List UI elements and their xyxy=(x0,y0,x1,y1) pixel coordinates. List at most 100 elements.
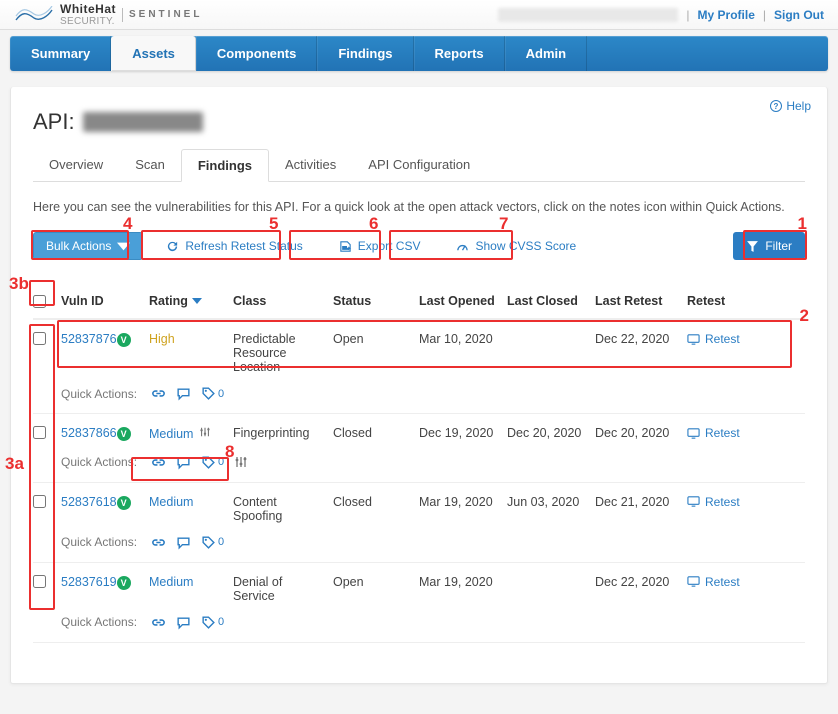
caret-down-icon xyxy=(117,240,130,253)
quick-actions-row: Quick Actions: 0 xyxy=(33,443,805,470)
th-class[interactable]: Class xyxy=(233,294,333,308)
subtab-overview[interactable]: Overview xyxy=(33,149,119,181)
table-row: 52837618VMediumContent SpoofingClosedMar… xyxy=(33,483,805,563)
select-all-checkbox[interactable] xyxy=(33,295,46,308)
tags-icon[interactable]: 0 xyxy=(201,535,224,550)
notes-icon[interactable] xyxy=(176,455,191,470)
retest-link[interactable]: Retest xyxy=(687,426,740,440)
status-cell: Closed xyxy=(333,426,419,440)
row-select-checkbox[interactable] xyxy=(33,426,46,439)
rating-cell: High xyxy=(149,332,233,346)
quick-actions-row: Quick Actions: 0 xyxy=(33,603,805,630)
status-cell: Closed xyxy=(333,495,419,509)
nav-summary[interactable]: Summary xyxy=(10,36,111,71)
th-last-opened[interactable]: Last Opened xyxy=(419,294,507,308)
nav-findings[interactable]: Findings xyxy=(317,36,413,71)
class-cell: Predictable Resource Location xyxy=(233,332,333,374)
callout-6: 6 xyxy=(369,214,378,234)
subtab-activities[interactable]: Activities xyxy=(269,149,352,181)
tags-icon[interactable]: 0 xyxy=(201,386,224,401)
export-icon xyxy=(339,240,352,253)
attack-vectors-icon[interactable] xyxy=(151,386,166,401)
help-link[interactable]: ? Help xyxy=(770,99,811,113)
svg-text:?: ? xyxy=(774,102,779,111)
rating-cell: Medium xyxy=(149,495,233,509)
callout-4: 4 xyxy=(123,214,132,234)
nav-reports[interactable]: Reports xyxy=(414,36,505,71)
th-status[interactable]: Status xyxy=(333,294,419,308)
tags-icon[interactable]: 0 xyxy=(201,455,224,470)
vuln-id-link[interactable]: 52837876 xyxy=(61,332,117,346)
redacted-user-info xyxy=(498,8,678,22)
verified-badge-icon: V xyxy=(117,333,131,347)
brand-sub: SECURITY. xyxy=(60,16,116,27)
table-row: 52837866VMediumFingerprintingClosedDec 1… xyxy=(33,414,805,483)
content-card: ? Help API: Overview Scan Findings Activ… xyxy=(10,87,828,684)
nav-components[interactable]: Components xyxy=(196,36,317,71)
th-last-closed[interactable]: Last Closed xyxy=(507,294,595,308)
page-title: API: xyxy=(33,109,805,135)
nav-assets[interactable]: Assets xyxy=(111,36,196,71)
quick-actions-label: Quick Actions: xyxy=(61,535,137,549)
th-rating[interactable]: Rating xyxy=(149,294,233,308)
attack-vectors-icon[interactable] xyxy=(151,455,166,470)
monitor-icon xyxy=(687,575,700,588)
callout-5: 5 xyxy=(269,214,278,234)
vuln-id-link[interactable]: 52837619 xyxy=(61,575,117,589)
help-icon: ? xyxy=(770,100,782,112)
monitor-icon xyxy=(687,495,700,508)
tags-icon[interactable]: 0 xyxy=(201,615,224,630)
filter-button[interactable]: Filter xyxy=(733,232,805,260)
callout-3a: 3a xyxy=(5,454,24,474)
notes-icon[interactable] xyxy=(176,386,191,401)
status-cell: Open xyxy=(333,575,419,589)
row-select-checkbox[interactable] xyxy=(33,332,46,345)
findings-table-wrap: Vuln ID Rating Class Status Last Opened … xyxy=(33,284,805,643)
callout-1: 1 xyxy=(798,214,807,234)
my-profile-link[interactable]: My Profile xyxy=(698,8,755,22)
notes-icon[interactable] xyxy=(176,535,191,550)
verified-badge-icon: V xyxy=(117,576,131,590)
row-select-checkbox[interactable] xyxy=(33,575,46,588)
export-label: Export CSV xyxy=(358,239,421,253)
status-cell: Open xyxy=(333,332,419,346)
subtab-findings[interactable]: Findings xyxy=(181,149,269,182)
attack-vectors-icon[interactable] xyxy=(151,615,166,630)
th-retest[interactable]: Retest xyxy=(687,294,747,308)
th-vuln-id[interactable]: Vuln ID xyxy=(61,294,149,308)
attack-vectors-icon[interactable] xyxy=(151,535,166,550)
bulk-actions-button[interactable]: Bulk Actions xyxy=(33,232,143,260)
rating-cell: Medium xyxy=(149,575,233,589)
subtab-api-configuration[interactable]: API Configuration xyxy=(352,149,486,181)
vuln-id-link[interactable]: 52837618 xyxy=(61,495,117,509)
subtabs: Overview Scan Findings Activities API Co… xyxy=(33,149,805,182)
show-cvss-button[interactable]: Show CVSS Score xyxy=(443,232,589,260)
callout-7: 7 xyxy=(499,214,508,234)
brand-name: WhiteHat xyxy=(60,2,116,16)
subtab-scan[interactable]: Scan xyxy=(119,149,181,181)
last-retest-cell: Dec 21, 2020 xyxy=(595,495,687,509)
last-closed-cell: Dec 20, 2020 xyxy=(507,426,595,440)
quick-actions-row: Quick Actions: 0 xyxy=(33,523,805,550)
sort-desc-icon xyxy=(192,296,202,306)
quick-actions-label: Quick Actions: xyxy=(61,387,137,401)
nav-admin[interactable]: Admin xyxy=(505,36,587,71)
export-csv-button[interactable]: Export CSV xyxy=(326,232,434,260)
callout-3b: 3b xyxy=(9,274,29,294)
tuning-icon[interactable] xyxy=(234,455,248,469)
notes-icon[interactable] xyxy=(176,615,191,630)
retest-link[interactable]: Retest xyxy=(687,495,740,509)
quick-actions-label: Quick Actions: xyxy=(61,615,137,629)
retest-link[interactable]: Retest xyxy=(687,575,740,589)
retest-link[interactable]: Retest xyxy=(687,332,740,346)
toolbar: Bulk Actions Refresh Retest Status Expor… xyxy=(33,232,805,260)
row-select-checkbox[interactable] xyxy=(33,495,46,508)
sign-out-link[interactable]: Sign Out xyxy=(774,8,824,22)
refresh-retest-button[interactable]: Refresh Retest Status xyxy=(153,232,315,260)
last-opened-cell: Mar 19, 2020 xyxy=(419,575,507,589)
th-last-retest[interactable]: Last Retest xyxy=(595,294,687,308)
vuln-id-link[interactable]: 52837866 xyxy=(61,426,117,440)
table-row: 52837619VMediumDenial of ServiceOpenMar … xyxy=(33,563,805,643)
quick-actions-label: Quick Actions: xyxy=(61,455,137,469)
tuning-icon xyxy=(199,429,211,441)
